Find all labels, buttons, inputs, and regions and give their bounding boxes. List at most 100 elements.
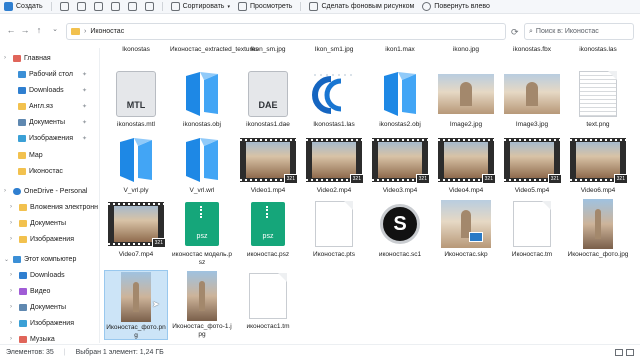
copy-icon[interactable] (76, 2, 86, 11)
view-icon (237, 2, 247, 11)
chevron-right-icon[interactable]: › (10, 336, 16, 342)
file-name[interactable]: Ikon_sm.jpg (236, 46, 300, 53)
file-tile[interactable]: 321 Video3.mp4 (368, 134, 432, 195)
sidebar-item-downloads[interactable]: Downloads (18, 83, 64, 97)
chevron-right-icon[interactable]: › (4, 55, 10, 61)
search-icon: ⌕ (529, 27, 533, 35)
file-name: text.png (586, 121, 610, 128)
chevron-right-icon[interactable]: › (10, 204, 16, 210)
file-tile[interactable]: ikonostas2.obj (368, 68, 432, 129)
file-tile[interactable]: Иконостас.tm (500, 198, 564, 259)
chevron-right-icon[interactable]: › (10, 272, 16, 278)
video-thumbnail: 321 (570, 138, 628, 184)
file-tile-selected[interactable]: ➤ Иконостас_фото.png (104, 270, 168, 340)
sidebar-item-pictures[interactable]: Изображения (18, 131, 73, 145)
file-tile[interactable]: ikonostas.obj (170, 68, 234, 129)
sidebar-item-od-pictures[interactable]: › Изображения (10, 232, 74, 246)
back-arrow-icon[interactable]: ← (6, 25, 16, 35)
chevron-right-icon[interactable]: › (10, 236, 16, 242)
view-switcher (615, 349, 634, 356)
file-tile[interactable]: psz иконостас.psz (236, 198, 300, 259)
create-button[interactable]: Создать (0, 1, 47, 13)
file-tile[interactable]: 321 Video2.mp4 (302, 134, 366, 195)
file-name[interactable]: ikonostas.fbx (500, 46, 564, 53)
sidebar-item-ikonostas[interactable]: Иконостас (18, 164, 63, 178)
las-pointcloud-icon (311, 71, 357, 117)
file-tile[interactable]: V_vrl.ply (104, 134, 168, 195)
set-background-button[interactable]: Сделать фоновым рисунком (305, 1, 418, 13)
file-name[interactable]: Ikon_sm1.jpg (302, 46, 366, 53)
chevron-right-icon[interactable]: › (10, 288, 16, 294)
file-name[interactable]: ikono.jpg (434, 46, 498, 53)
command-bar: Создать Сортировать ▾ Просмотреть Сделат… (0, 0, 640, 14)
cut-icon[interactable] (59, 2, 69, 11)
sidebar-item-attachments[interactable]: › Вложения электронн (10, 200, 98, 214)
chevron-right-icon[interactable]: › (10, 304, 16, 310)
file-name[interactable]: ikonostas.las (566, 46, 630, 53)
view-button[interactable]: Просмотреть (234, 1, 296, 13)
file-tile[interactable]: S иконостас.sc1 (368, 198, 432, 259)
file-tile[interactable]: Image3.jpg (500, 68, 564, 129)
sidebar-item-this-pc[interactable]: ⌄ Этот компьютер (4, 252, 76, 266)
sidebar-item-pc-pictures[interactable]: › Изображения (10, 316, 74, 330)
chevron-down-icon[interactable]: ⌄ (50, 25, 60, 33)
sidebar-item-english[interactable]: Англ.яз (18, 99, 53, 113)
sidebar-item-desktop[interactable]: Рабочий стол (18, 67, 73, 81)
rename-icon[interactable] (110, 2, 120, 11)
file-tile[interactable]: psz иконостас модель.psz (170, 198, 234, 267)
file-tile[interactable]: Иконостас.skp (434, 198, 498, 259)
file-tile[interactable]: Ikonostas1.las (302, 68, 366, 129)
file-name[interactable]: Иконостас_extracted_textures (170, 46, 259, 53)
file-tile[interactable]: Иконостас_фото-1.jpg (170, 270, 234, 339)
sidebar-item-pc-downloads[interactable]: › Downloads (10, 268, 65, 282)
refresh-icon[interactable]: ⟳ (511, 27, 519, 38)
sort-button[interactable]: Сортировать ▾ (167, 1, 234, 13)
tiles-view-icon[interactable] (626, 349, 634, 356)
folder-icon (19, 235, 27, 243)
file-tile[interactable]: 321 Video6.mp4 (566, 134, 630, 195)
file-name: ikonostas.obj (183, 121, 221, 128)
forward-arrow-icon[interactable]: → (20, 25, 30, 35)
chevron-down-icon[interactable]: ⌄ (4, 256, 10, 263)
sidebar-item-onedrive[interactable]: › OneDrive - Personal (4, 184, 87, 198)
file-tile[interactable]: MTL ikonostas.mtl (104, 68, 168, 129)
folder-icon (19, 219, 27, 227)
chevron-right-icon[interactable]: › (4, 188, 10, 194)
share-icon[interactable] (127, 2, 137, 11)
sidebar-item-od-documents[interactable]: › Документы (10, 216, 66, 230)
file-tile[interactable]: text.png (566, 68, 630, 129)
sidebar-item-pc-documents[interactable]: › Документы (10, 300, 66, 314)
rotate-left-button[interactable]: Повернуть влево (418, 1, 494, 13)
address-bar[interactable]: › Иконостас (66, 23, 506, 40)
details-view-icon[interactable] (615, 349, 623, 356)
image-thumbnail (121, 272, 151, 322)
chevron-right-icon[interactable]: › (10, 220, 16, 226)
pin-icon: ✦ (82, 72, 88, 78)
file-name[interactable]: Ikonostas (104, 46, 168, 53)
file-tile[interactable]: Иконостас_фото.jpg (566, 198, 630, 259)
breadcrumb[interactable]: Иконостас (90, 28, 124, 35)
file-tile[interactable]: Image2.jpg (434, 68, 498, 129)
up-arrow-icon[interactable]: ↑ (34, 25, 44, 35)
paste-icon[interactable] (93, 2, 103, 11)
file-tile[interactable]: иконостас1.tm (236, 270, 300, 331)
file-tile[interactable]: 321 Video1.mp4 (236, 134, 300, 195)
file-tile[interactable]: 321 Video7.mp4 (104, 198, 168, 259)
file-name: Иконостас.skp (444, 251, 488, 258)
documents-icon (19, 303, 27, 311)
delete-icon[interactable] (144, 2, 154, 11)
sidebar-item-map[interactable]: Мар (18, 148, 43, 162)
file-tile[interactable]: 321 Video5.mp4 (500, 134, 564, 195)
chevron-right-icon[interactable]: › (10, 320, 16, 326)
file-name[interactable]: ikon1.max (368, 46, 432, 53)
file-tile[interactable]: DAE ikonostas1.dae (236, 68, 300, 129)
file-name: Video3.mp4 (382, 187, 418, 194)
pictures-icon (19, 319, 27, 327)
sidebar-item-documents[interactable]: Документы (18, 115, 65, 129)
file-tile[interactable]: V_vrl.wrl (170, 134, 234, 195)
search-input[interactable]: ⌕ Поиск в: Иконостас (524, 23, 634, 40)
sidebar-item-home[interactable]: › Главная (4, 51, 51, 65)
file-tile[interactable]: 321 Video4.mp4 (434, 134, 498, 195)
file-tile[interactable]: Иконостас.pts (302, 198, 366, 259)
sidebar-item-video[interactable]: › Видео (10, 284, 50, 298)
